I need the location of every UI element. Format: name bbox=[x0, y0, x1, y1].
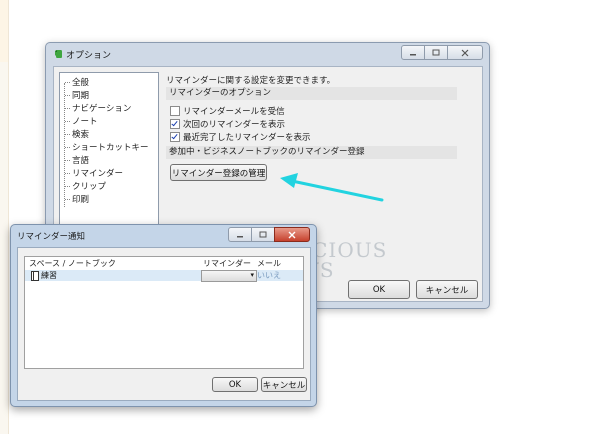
minimize-icon[interactable] bbox=[228, 227, 252, 242]
panel-description: リマインダーに関する設定を変更できます。 bbox=[166, 76, 336, 86]
annotation-arrow-icon bbox=[280, 173, 384, 202]
reminder-cancel-button[interactable]: キャンセル bbox=[261, 377, 307, 392]
tree-item-language[interactable]: 言語 bbox=[64, 154, 89, 166]
minimize-icon[interactable] bbox=[401, 45, 425, 60]
show-next-checkbox[interactable] bbox=[170, 119, 180, 129]
column-header-email[interactable]: メール bbox=[257, 258, 281, 269]
maximize-icon[interactable] bbox=[424, 45, 448, 60]
tree-item-reminders[interactable]: リマインダー bbox=[64, 167, 123, 179]
close-icon[interactable] bbox=[447, 45, 483, 60]
reminder-notification-dialog: リマインダー通知 スペース / ノートブック リマインダー メール 練習 ▾ い… bbox=[10, 224, 317, 407]
show-completed-label: 最近完了したリマインダーを表示 bbox=[183, 133, 311, 143]
checkbox-row-show-next[interactable]: 次回のリマインダーを表示 bbox=[170, 118, 285, 130]
reminder-dialog-client: スペース / ノートブック リマインダー メール 練習 ▾ いいえ OK キャン… bbox=[17, 247, 311, 401]
reminder-dialog-title: リマインダー通知 bbox=[17, 232, 86, 242]
tree-item-search[interactable]: 検索 bbox=[64, 128, 89, 140]
options-titlebar[interactable]: オプション bbox=[46, 43, 489, 65]
checkbox-row-show-completed[interactable]: 最近完了したリマインダーを表示 bbox=[170, 131, 311, 143]
show-next-label: 次回のリマインダーを表示 bbox=[183, 120, 286, 130]
email-value: いいえ bbox=[257, 271, 281, 280]
column-header-notebook[interactable]: スペース / ノートブック bbox=[29, 258, 116, 269]
evernote-elephant-icon bbox=[55, 50, 62, 58]
notebook-name: 練習 bbox=[41, 271, 57, 280]
table-row[interactable]: 練習 ▾ いいえ bbox=[25, 270, 303, 282]
tree-item-navigation[interactable]: ナビゲーション bbox=[64, 102, 131, 114]
section-shared-notebooks: 参加中・ビジネスノートブックのリマインダー登録 bbox=[166, 146, 457, 159]
options-caption-buttons bbox=[401, 45, 483, 60]
tree-item-general[interactable]: 全般 bbox=[64, 76, 89, 88]
background-app-edge-top bbox=[0, 0, 8, 62]
section-reminder-options: リマインダーのオプション bbox=[166, 87, 457, 100]
reminder-caption-buttons bbox=[228, 227, 310, 242]
list-header: スペース / ノートブック リマインダー メール bbox=[25, 257, 303, 269]
reminder-ok-button[interactable]: OK bbox=[212, 377, 258, 392]
close-icon[interactable] bbox=[274, 227, 310, 242]
checkbox-row-receive-email[interactable]: リマインダーメールを受信 bbox=[170, 105, 285, 117]
tree-item-sync[interactable]: 同期 bbox=[64, 89, 89, 101]
notebook-reminder-list[interactable]: スペース / ノートブック リマインダー メール 練習 ▾ いいえ bbox=[24, 256, 304, 369]
receive-email-checkbox[interactable] bbox=[170, 106, 180, 116]
notebook-icon bbox=[31, 271, 39, 281]
background-app-edge bbox=[0, 0, 9, 434]
reminder-select[interactable]: ▾ bbox=[201, 270, 257, 282]
tree-item-clip[interactable]: クリップ bbox=[64, 180, 106, 192]
manage-reminder-registration-button[interactable]: リマインダー登録の管理 bbox=[170, 164, 267, 181]
tree-item-shortcut-keys[interactable]: ショートカットキー bbox=[65, 141, 149, 153]
tree-item-note[interactable]: ノート bbox=[65, 115, 98, 127]
cancel-button[interactable]: キャンセル bbox=[416, 280, 478, 299]
show-completed-checkbox[interactable] bbox=[170, 132, 180, 142]
tree-connector-line bbox=[64, 83, 65, 207]
maximize-icon[interactable] bbox=[251, 227, 275, 242]
tree-item-print[interactable]: 印刷 bbox=[64, 193, 89, 205]
receive-email-label: リマインダーメールを受信 bbox=[183, 107, 285, 117]
chevron-down-icon: ▾ bbox=[250, 271, 254, 279]
column-header-reminder[interactable]: リマインダー bbox=[203, 258, 251, 269]
options-window-title: オプション bbox=[66, 51, 112, 61]
